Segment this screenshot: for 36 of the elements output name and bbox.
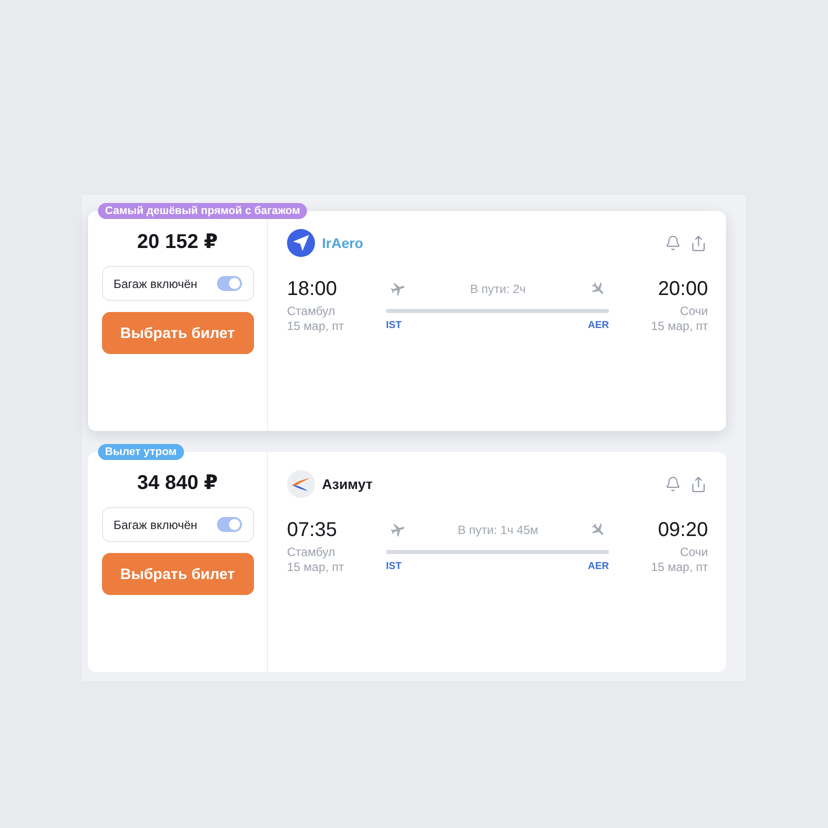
departure-time: 07:35 [287, 518, 338, 542]
share-icon[interactable] [690, 234, 707, 252]
baggage-label: Багаж включён [114, 276, 198, 290]
departure-city: Стамбул [287, 304, 336, 319]
price-text: 34 840 ₽ [137, 471, 218, 495]
price-text: 20 152 ₽ [137, 230, 218, 254]
departure-code: IST [386, 320, 402, 332]
arrival-time: 09:20 [658, 518, 708, 542]
swoosh-logo-icon [287, 470, 315, 498]
baggage-label: Багаж включён [114, 518, 198, 532]
baggage-switch[interactable] [216, 517, 242, 532]
airline-name: IrAero [322, 235, 364, 251]
arrival-code: AER [588, 561, 609, 573]
departure-city: Стамбул [287, 545, 336, 560]
duration-text: В пути: 2ч [470, 282, 526, 296]
select-ticket-button[interactable]: Выбрать билет [102, 553, 254, 595]
offer-badge: Самый дешёвый прямой с багажом [98, 203, 308, 219]
offer-badge: Вылет утром [98, 444, 184, 460]
airline-name: Азимут [322, 476, 373, 492]
paper-plane-logo-icon [287, 229, 315, 257]
share-icon[interactable] [690, 476, 707, 492]
arrival-date: 15 мар, пт [651, 319, 708, 334]
select-ticket-button[interactable]: Выбрать билет [102, 312, 254, 354]
arrival-city: Сочи [680, 304, 708, 319]
arrival-date: 15 мар, пт [651, 560, 708, 575]
bell-icon[interactable] [665, 235, 681, 251]
duration-text: В пути: 1ч 45м [458, 523, 538, 537]
bell-icon[interactable] [665, 476, 681, 492]
departure-date: 15 мар, пт [287, 560, 344, 575]
departure-date: 15 мар, пт [287, 319, 344, 334]
baggage-switch[interactable] [216, 276, 242, 291]
arrival-code: AER [588, 320, 609, 332]
departure-code: IST [386, 561, 402, 573]
arrival-time: 20:00 [658, 277, 708, 301]
arrival-city: Сочи [680, 545, 708, 560]
departure-time: 18:00 [287, 277, 338, 301]
